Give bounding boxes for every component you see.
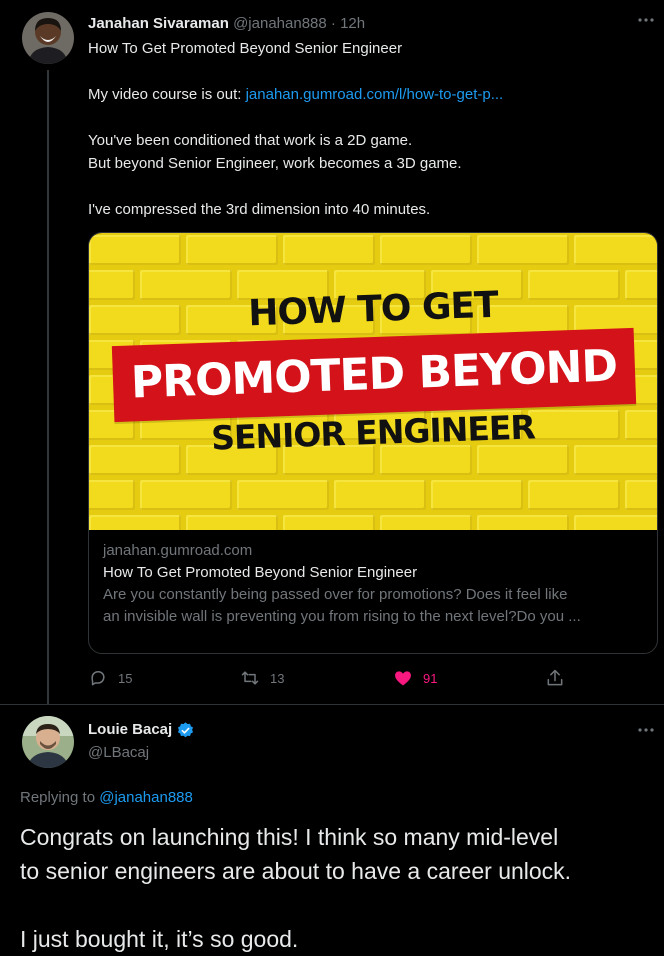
- brick: [89, 270, 135, 300]
- tweet-body: How To Get Promoted Beyond Senior Engine…: [88, 37, 648, 221]
- brick: [334, 480, 426, 510]
- tweet-line-3: You've been conditioned that work is a 2…: [88, 132, 413, 149]
- brick: [477, 445, 569, 475]
- brick: [186, 515, 278, 530]
- more-options-button[interactable]: [636, 10, 656, 30]
- brick: [477, 515, 569, 530]
- reply-author-avatar[interactable]: [22, 716, 74, 768]
- reply-body: Congrats on launching this! I think so m…: [20, 820, 660, 956]
- author-avatar[interactable]: [22, 12, 74, 64]
- ellipsis-icon: [638, 728, 654, 732]
- brick: [431, 480, 523, 510]
- retweet-icon: [241, 671, 259, 685]
- thread-line: [47, 70, 49, 704]
- card-title: How To Get Promoted Beyond Senior Engine…: [103, 564, 418, 581]
- brick: [283, 235, 375, 265]
- reply-author-name[interactable]: Louie Bacaj: [88, 720, 172, 740]
- brick: [625, 480, 657, 510]
- brick: [380, 515, 472, 530]
- like-button[interactable]: 91: [393, 668, 437, 688]
- card-description-line-2: an invisible wall is preventing you from…: [103, 608, 581, 625]
- author-handle[interactable]: @janahan888: [233, 15, 327, 32]
- reply-line-3: I just bought it, it’s so good.: [20, 926, 299, 952]
- reply-bubble-icon: [91, 671, 105, 686]
- tweet-line-title: How To Get Promoted Beyond Senior Engine…: [88, 40, 403, 57]
- replying-to-handle[interactable]: @janahan888: [99, 789, 193, 806]
- reply-author-name-row: Louie Bacaj: [88, 720, 195, 740]
- course-link[interactable]: janahan.gumroad.com/l/how-to-get-p...: [246, 86, 504, 103]
- course-prefix: My video course is out:: [88, 86, 246, 103]
- tweet-line-course: My video course is out: janahan.gumroad.…: [88, 83, 648, 106]
- tweet-divider: [0, 704, 664, 705]
- reply-count: 15: [118, 670, 133, 686]
- heart-icon: [395, 671, 411, 686]
- brick: [574, 235, 657, 265]
- brick: [528, 480, 620, 510]
- author-name[interactable]: Janahan Sivaraman: [88, 15, 229, 32]
- card-domain: janahan.gumroad.com: [103, 542, 253, 559]
- brick: [89, 480, 135, 510]
- retweet-button[interactable]: 13: [240, 668, 284, 688]
- brick: [89, 235, 181, 265]
- card-image[interactable]: HOW TO GET PROMOTED BEYOND SENIOR ENGINE…: [89, 233, 657, 530]
- reply-line-2: to senior engineers are about to have a …: [20, 858, 572, 884]
- share-button[interactable]: [545, 668, 565, 688]
- brick: [380, 235, 472, 265]
- card-meta: janahan.gumroad.com How To Get Promoted …: [89, 530, 657, 638]
- tweet-line-4: But beyond Senior Engineer, work becomes…: [88, 155, 462, 172]
- tweet-line-5: I've compressed the 3rd dimension into 4…: [88, 201, 431, 218]
- replying-to: Replying to @janahan888: [20, 788, 193, 808]
- brick: [237, 480, 329, 510]
- brick: [140, 480, 232, 510]
- reply-author-handle[interactable]: @LBacaj: [88, 743, 149, 763]
- replying-to-label: Replying to: [20, 789, 100, 806]
- verified-badge-icon: [178, 721, 194, 737]
- link-card[interactable]: HOW TO GET PROMOTED BEYOND SENIOR ENGINE…: [88, 232, 658, 654]
- card-description-line-1: Are you constantly being passed over for…: [103, 586, 568, 603]
- ellipsis-icon: [638, 18, 654, 22]
- reply-line-1: Congrats on launching this! I think so m…: [20, 824, 559, 850]
- share-icon: [547, 669, 563, 686]
- brick: [186, 235, 278, 265]
- brick: [574, 445, 657, 475]
- reply-more-options-button[interactable]: [636, 720, 656, 740]
- brick: [477, 235, 569, 265]
- like-count: 91: [423, 670, 438, 686]
- timestamp[interactable]: 12h: [340, 15, 365, 32]
- brick: [89, 515, 181, 530]
- separator-dot: ·: [330, 15, 336, 32]
- brick: [574, 515, 657, 530]
- retweet-count: 13: [270, 670, 285, 686]
- brick: [283, 515, 375, 530]
- reply-button[interactable]: 15: [88, 668, 132, 688]
- tweet-header: Janahan Sivaraman @janahan888 · 12h: [88, 14, 365, 34]
